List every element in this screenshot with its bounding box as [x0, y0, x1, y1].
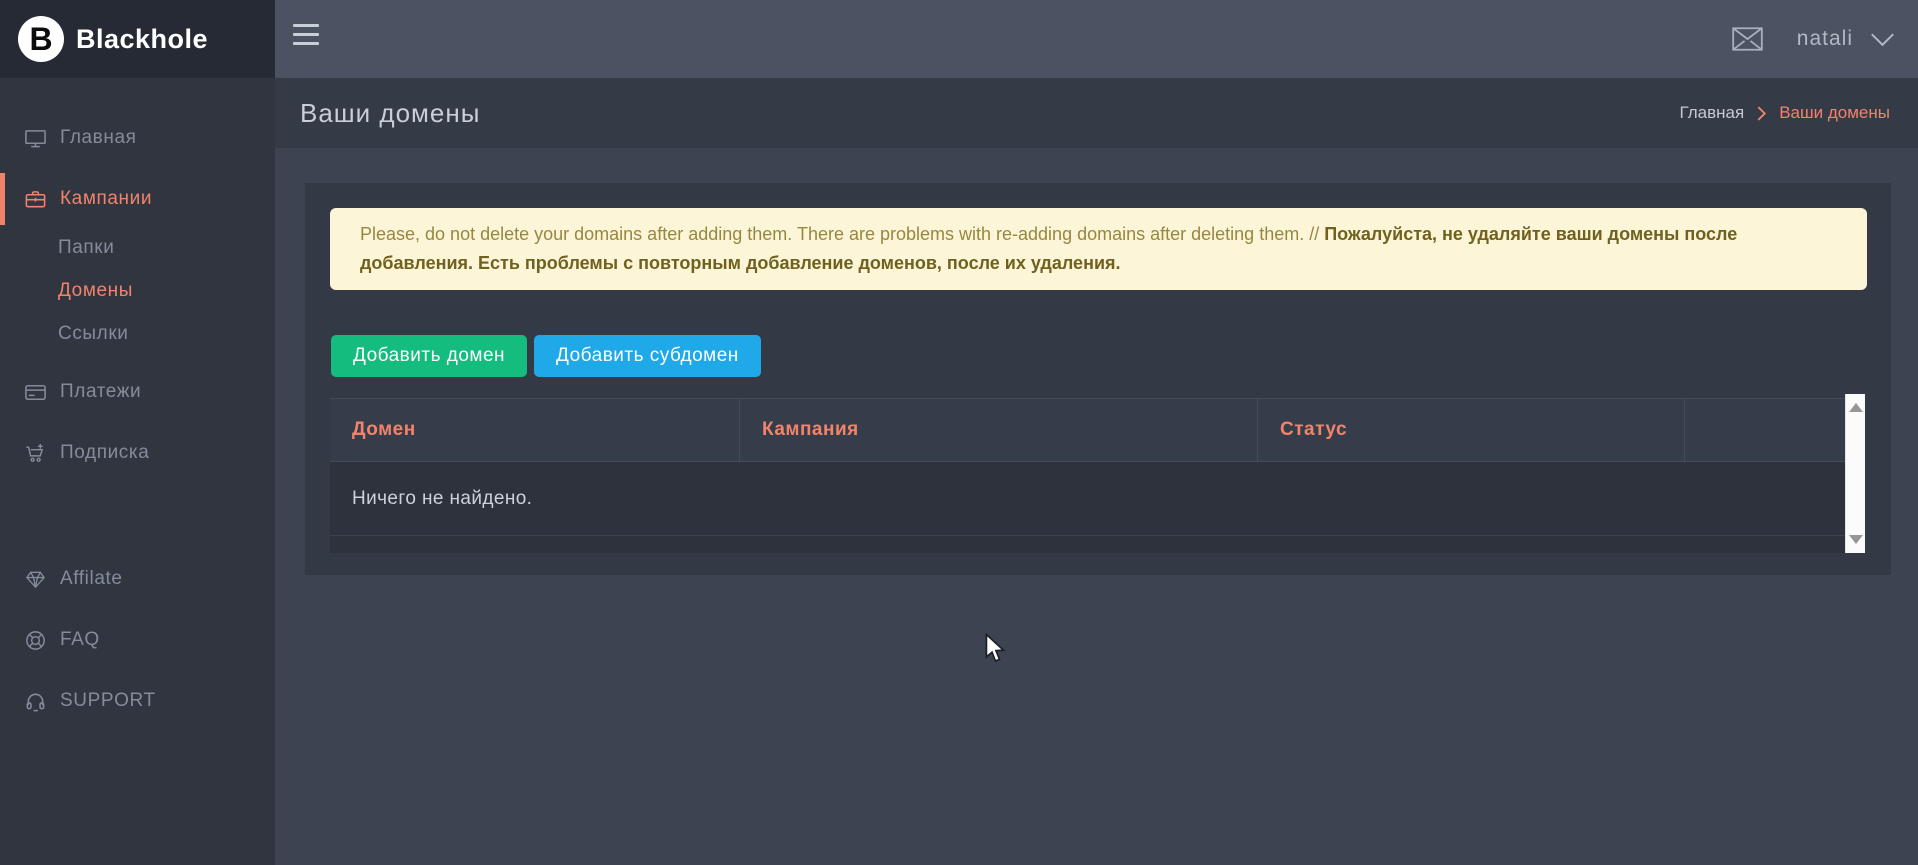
- topbar: natali: [275, 0, 1918, 78]
- sidebar-item-label: Affilate: [60, 568, 123, 590]
- column-header-empty: [1685, 399, 1865, 461]
- sidebar-item-label: Домены: [58, 280, 133, 302]
- column-header-домен: Домен: [330, 399, 740, 461]
- sidebar-item-папки[interactable]: Папки: [0, 226, 275, 269]
- scroll-up-arrow-icon[interactable]: [1849, 403, 1863, 412]
- sidebar-item-affilate[interactable]: Affilate: [0, 555, 275, 603]
- sidebar-item-label: Подписка: [60, 442, 149, 464]
- warning-banner: Please, do not delete your domains after…: [330, 208, 1867, 290]
- sidebar-item-label: Платежи: [60, 381, 141, 403]
- sidebar-item-label: Кампании: [60, 188, 152, 210]
- breadcrumb: Главная Ваши домены: [1680, 103, 1891, 123]
- sidebar-item-label: Папки: [58, 237, 114, 259]
- scroll-down-arrow-icon[interactable]: [1849, 535, 1863, 544]
- empty-message: Ничего не найдено.: [352, 488, 532, 510]
- domains-table: ДоменКампанияСтатус Ничего не найдено.: [330, 398, 1865, 553]
- cart-icon: [22, 442, 48, 465]
- sidebar-item-домены[interactable]: Домены: [0, 269, 275, 312]
- sidebar-item-подписка[interactable]: Подписка: [0, 429, 275, 477]
- briefcase-icon: [22, 188, 48, 211]
- chevron-right-icon: [1756, 105, 1767, 122]
- sidebar: B Blackhole Главная Кампании Папки Домены Сс…: [0, 0, 275, 865]
- action-buttons: Добавить домен Добавить субдомен: [331, 335, 761, 377]
- sidebar-item-главная[interactable]: Главная: [0, 114, 275, 162]
- sidebar-item-label: Главная: [60, 127, 137, 149]
- credit-card-icon: [22, 381, 48, 404]
- sidebar-item-кампании[interactable]: Кампании: [0, 175, 275, 223]
- life-ring-icon: [22, 629, 48, 652]
- table-scrollbar[interactable]: [1845, 394, 1865, 553]
- headphones-icon: [22, 690, 48, 713]
- column-header-статус: Статус: [1258, 399, 1685, 461]
- chevron-down-icon: [1869, 32, 1896, 47]
- sidebar-item-support[interactable]: SUPPORT: [0, 677, 275, 725]
- topbar-right: natali: [1732, 0, 1896, 78]
- sidebar-item-label: SUPPORT: [60, 690, 156, 712]
- sidebar-item-платежи[interactable]: Платежи: [0, 368, 275, 416]
- table-header-row: ДоменКампанияСтатус: [330, 398, 1865, 462]
- sidebar-item-faq[interactable]: FAQ: [0, 616, 275, 664]
- warning-text-en: Please, do not delete your domains after…: [360, 224, 1319, 244]
- user-name: natali: [1797, 27, 1853, 51]
- content: Please, do not delete your domains after…: [275, 148, 1918, 865]
- breadcrumb-current: Ваши домены: [1779, 103, 1890, 123]
- monitor-icon: [22, 127, 48, 150]
- add-subdomain-button[interactable]: Добавить субдомен: [534, 335, 761, 377]
- warning-text: Please, do not delete your domains after…: [360, 220, 1837, 278]
- main-area: natali Ваши домены Главная Ваши домены P…: [275, 0, 1918, 865]
- brand-logo[interactable]: B Blackhole: [0, 0, 275, 78]
- titlebar: Ваши домены Главная Ваши домены: [275, 78, 1918, 148]
- sidebar-item-label: FAQ: [60, 629, 100, 651]
- user-menu[interactable]: natali: [1797, 27, 1896, 51]
- domains-card: Please, do not delete your domains after…: [305, 183, 1891, 575]
- sidebar-nav: Главная Кампании Папки Домены Ссылки Платежи П…: [0, 78, 275, 725]
- hamburger-menu-icon[interactable]: [293, 24, 319, 54]
- breadcrumb-home-link[interactable]: Главная: [1680, 103, 1745, 123]
- mail-icon[interactable]: [1732, 27, 1763, 51]
- brand-name: Blackhole: [76, 24, 208, 55]
- column-header-кампания: Кампания: [740, 399, 1258, 461]
- add-domain-button[interactable]: Добавить домен: [331, 335, 527, 377]
- gem-icon: [22, 568, 48, 591]
- sidebar-item-ссылки[interactable]: Ссылки: [0, 312, 275, 355]
- table-empty-row: Ничего не найдено.: [330, 462, 1865, 536]
- sidebar-item-label: Ссылки: [58, 323, 129, 345]
- page-title: Ваши домены: [300, 98, 480, 129]
- brand-logo-icon: B: [18, 16, 64, 62]
